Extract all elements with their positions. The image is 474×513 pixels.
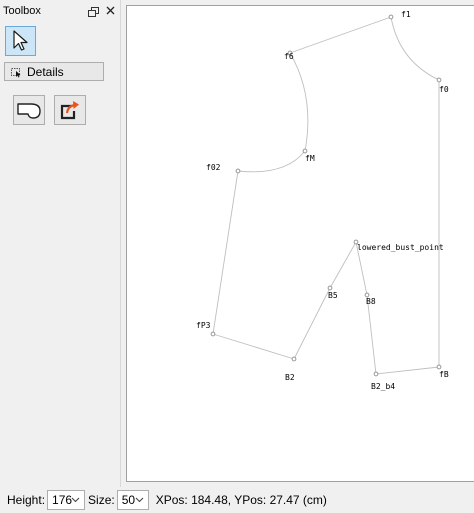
line-f02-fP3[interactable] [212, 170, 239, 335]
point-f0[interactable] [436, 77, 442, 83]
toolbox-header: Toolbox [0, 0, 120, 22]
close-icon [106, 6, 115, 15]
label-B2_b4: B2_b4 [371, 382, 395, 391]
point-f02[interactable] [235, 168, 241, 174]
curve-piece-tool-button[interactable] [13, 95, 45, 125]
chevron-down-icon [71, 497, 80, 503]
pattern-drawing: f1 f6 f0 fM f02 lowered_bust_point B5 B8… [196, 10, 449, 391]
label-fP3: fP3 [196, 321, 211, 330]
label-B2: B2 [285, 373, 295, 382]
size-select[interactable]: 50 [116, 490, 149, 510]
label-fB: fB [439, 370, 449, 379]
close-panel-button[interactable] [104, 4, 117, 17]
line-B8-B2b4[interactable] [366, 294, 377, 375]
point-B5[interactable] [327, 285, 333, 291]
details-button-label: Details [27, 64, 64, 79]
label-B8: B8 [366, 297, 376, 306]
point-fM[interactable] [302, 148, 308, 154]
label-f02: f02 [206, 163, 221, 172]
cursor-position-readout: XPos: 184.48, YPos: 27.47 (cm) [155, 493, 327, 507]
line-fP3-B2[interactable] [212, 333, 295, 360]
details-icon [11, 67, 21, 77]
label-B5: B5 [328, 291, 338, 300]
toolbox-title: Toolbox [3, 5, 41, 17]
label-f6: f6 [284, 52, 294, 61]
curve-f6-fM[interactable] [289, 52, 309, 152]
pointer-tool-button[interactable] [5, 26, 36, 56]
drawing-canvas[interactable]: f1 f6 f0 fM f02 lowered_bust_point B5 B8… [126, 5, 474, 482]
export-tool-button[interactable] [54, 95, 86, 125]
app-window: Toolbox Details f1 f6 f0 fM f02 lowered_… [0, 0, 474, 513]
height-select[interactable]: 176 [47, 490, 86, 510]
arrow-cursor-icon [12, 30, 28, 51]
float-panel-button[interactable] [86, 4, 99, 17]
curve-f1-f0[interactable] [390, 16, 440, 81]
curve-f6-f1[interactable] [289, 16, 392, 54]
status-bar: Height: 176 Size: 50 XPos: 184.48, YPos:… [0, 487, 474, 513]
size-label: Size: [88, 493, 115, 507]
curve-fM-f02[interactable] [237, 150, 306, 173]
point-f1[interactable] [388, 14, 394, 20]
height-label: Height: [7, 493, 46, 507]
point-fB[interactable] [436, 364, 442, 370]
chevron-down-icon [135, 497, 144, 503]
toolbox-panel: Toolbox Details [0, 0, 121, 487]
size-value: 50 [121, 493, 136, 507]
line-B2b4-fB[interactable] [375, 366, 440, 375]
details-button[interactable]: Details [4, 62, 104, 81]
point-B2_b4[interactable] [373, 371, 379, 377]
export-icon [60, 101, 79, 120]
label-lowered-bust-point: lowered_bust_point [357, 243, 444, 252]
line-B2-B5[interactable] [293, 287, 331, 360]
label-f0: f0 [439, 85, 449, 94]
float-icon [88, 6, 99, 17]
piece-shape-icon [17, 103, 41, 119]
line-B5-lbp[interactable] [329, 241, 357, 289]
label-f1: f1 [401, 10, 411, 19]
point-fP3[interactable] [210, 331, 216, 337]
label-fM: fM [305, 154, 315, 163]
point-B2[interactable] [291, 356, 297, 362]
height-value: 176 [52, 493, 73, 507]
